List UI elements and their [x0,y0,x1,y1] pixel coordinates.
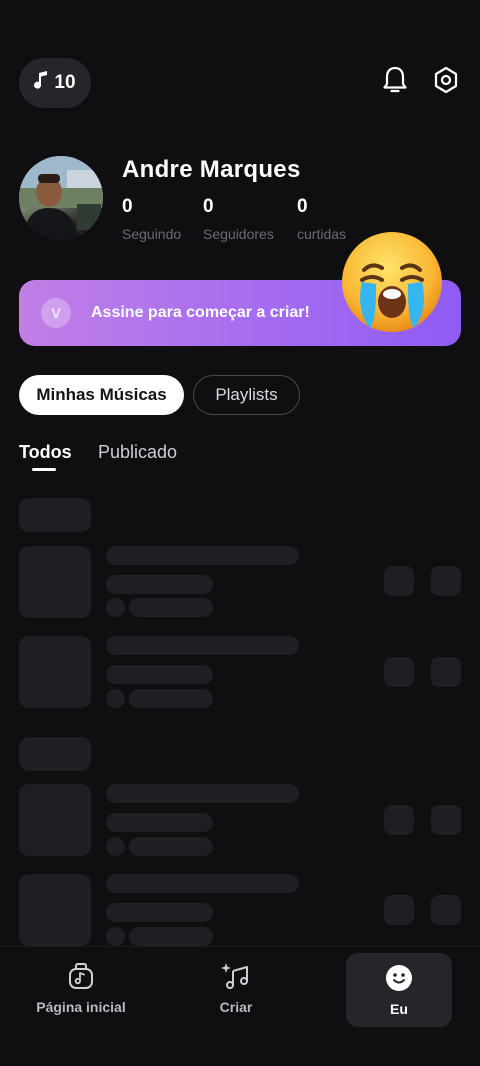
skeleton-thumbnail [19,784,91,856]
skeleton-title [106,546,299,565]
skeleton-meta [129,927,213,946]
skeleton-action [431,805,461,835]
following-count[interactable]: 0 [122,196,133,218]
skeleton-subtitle [106,575,213,594]
skeleton-action [384,805,414,835]
skeleton-thumbnail [19,874,91,946]
skeleton-action [431,657,461,687]
skeleton-title [106,874,299,893]
skeleton-avatar [106,689,125,708]
tab-my-songs[interactable]: Minhas Músicas [19,375,184,415]
nav-create[interactable]: Criar [190,947,282,1029]
skeleton-thumbnail [19,636,91,708]
skeleton-thumbnail [19,546,91,618]
skeleton-section-header [19,498,91,532]
smiley-profile-icon [385,964,413,995]
skeleton-action [384,566,414,596]
skeleton-meta [129,689,213,708]
tab-playlists[interactable]: Playlists [193,375,300,415]
skeleton-title [106,784,299,803]
skeleton-meta [129,837,213,856]
skeleton-action [431,566,461,596]
skeleton-subtitle [106,665,213,684]
skeleton-subtitle [106,813,213,832]
bottom-nav: Página inicial Criar Eu [0,946,480,1066]
subtab-published[interactable]: Publicado [98,442,177,463]
following-label[interactable]: Seguindo [122,226,181,242]
bell-icon[interactable] [380,64,410,96]
active-subtab-indicator [32,468,56,471]
subtab-all[interactable]: Todos [19,442,72,463]
music-note-icon [34,71,48,95]
nav-create-label: Criar [219,998,253,1015]
followers-count[interactable]: 0 [203,196,214,218]
settings-icon[interactable] [431,64,461,96]
vip-badge-letter: V [51,305,61,321]
nav-me[interactable]: Eu [346,953,452,1027]
subscribe-banner-text: Assine para começar a criar! [91,304,310,321]
skeleton-action [384,657,414,687]
nav-me-label: Eu [390,1000,408,1017]
followers-label[interactable]: Seguidores [203,226,274,242]
skeleton-avatar [106,927,125,946]
music-box-icon [67,962,95,993]
skeleton-title [106,636,299,655]
skeleton-subtitle [106,903,213,922]
skeleton-avatar [106,598,125,617]
avatar[interactable] [19,156,103,240]
likes-count[interactable]: 0 [297,196,308,218]
sparkle-music-icon [221,962,251,993]
skeleton-section-header [19,737,91,771]
skeleton-action [431,895,461,925]
credits-count: 10 [54,72,76,93]
vip-badge-icon: V [41,298,71,328]
nav-home[interactable]: Página inicial [20,947,142,1029]
skeleton-action [384,895,414,925]
credits-badge[interactable]: 10 [19,58,91,108]
crying-face-icon [340,230,444,334]
skeleton-avatar [106,837,125,856]
likes-label[interactable]: curtidas [297,226,346,242]
profile-name: Andre Marques [122,156,301,183]
skeleton-meta [129,598,213,617]
nav-home-label: Página inicial [36,998,126,1015]
